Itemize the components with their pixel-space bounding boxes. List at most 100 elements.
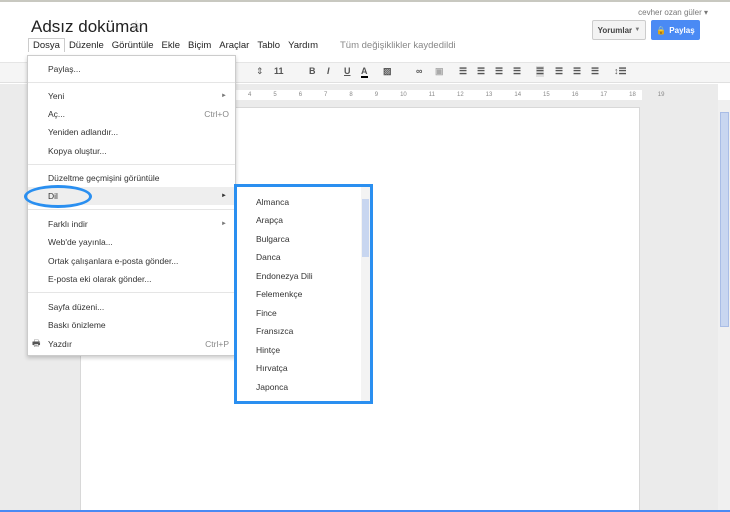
- language-item[interactable]: Bulgarca: [256, 234, 290, 244]
- ruler-tick: 10: [400, 92, 407, 98]
- menu-divider: [28, 209, 235, 210]
- chevron-down-icon: ▼: [634, 27, 641, 33]
- align-left-icon[interactable]: ☰: [536, 66, 545, 77]
- submenu-scrollbar-thumb[interactable]: [362, 199, 369, 257]
- menu-item-open[interactable]: Aç... Ctrl+O: [28, 105, 235, 123]
- link-icon[interactable]: ∞: [416, 66, 422, 76]
- share-label: Paylaş: [669, 25, 695, 35]
- menu-divider: [28, 164, 235, 165]
- language-item[interactable]: Felemenkçe: [256, 289, 302, 299]
- scrollbar-thumb[interactable]: [720, 112, 729, 327]
- menu-item-label: Düzeltme geçmişini görüntüle: [48, 173, 160, 183]
- language-item[interactable]: Danca: [256, 252, 281, 262]
- ruler-tick: 5: [273, 92, 277, 98]
- window-top-border: [0, 0, 730, 2]
- font-size-select[interactable]: 11: [274, 66, 284, 76]
- menu-item-label: Yazdır: [48, 339, 72, 349]
- printer-icon: 🖶: [32, 338, 41, 348]
- menu-help[interactable]: Yardım: [284, 40, 322, 51]
- menu-item-rename[interactable]: Yeniden adlandır...: [28, 123, 235, 141]
- bold-button[interactable]: B: [309, 66, 316, 76]
- line-spacing-icon[interactable]: ↕☰: [614, 66, 627, 77]
- user-account[interactable]: cevher ozan güler ▾: [638, 8, 708, 17]
- submenu-arrow-icon: ►: [221, 193, 227, 199]
- menu-item-label: Farklı indir: [48, 219, 88, 229]
- ruler-tick: 8: [349, 92, 353, 98]
- ruler[interactable]: 4 5 6 7 8 9 10 11 12 13 14 15 16 17 18 19: [236, 90, 664, 100]
- language-item[interactable]: Endonezya Dili: [256, 271, 313, 281]
- menu-divider: [28, 292, 235, 293]
- menu-edit[interactable]: Düzenle: [65, 40, 108, 51]
- annotation-ellipse: [24, 185, 92, 208]
- ruler-tick: 15: [543, 92, 550, 98]
- menu-item-new[interactable]: Yeni ►: [28, 87, 235, 105]
- star-icon[interactable]: ☆: [130, 17, 143, 34]
- menu-item-print[interactable]: 🖶 Yazdır Ctrl+P: [28, 335, 235, 353]
- menu-view[interactable]: Görüntüle: [108, 40, 158, 51]
- menu-item-label: Ortak çalışanlara e-posta gönder...: [48, 256, 179, 266]
- menu-item-publish-web[interactable]: Web'de yayınla...: [28, 233, 235, 251]
- menu-insert[interactable]: Ekle: [158, 40, 184, 51]
- menu-item-page-setup[interactable]: Sayfa düzeni...: [28, 298, 235, 316]
- menu-item-label: Kopya oluştur...: [48, 146, 107, 156]
- ruler-tick: 17: [600, 92, 608, 98]
- menu-file[interactable]: Dosya: [28, 38, 65, 52]
- language-item[interactable]: Almanca: [256, 197, 289, 207]
- menu-tools[interactable]: Araçlar: [215, 40, 253, 51]
- increase-indent-icon[interactable]: ☰: [513, 66, 521, 77]
- text-color-button[interactable]: A: [361, 66, 368, 78]
- italic-button[interactable]: I: [327, 66, 330, 76]
- ruler-tick: 6: [298, 92, 303, 98]
- ruler-tick: 9: [374, 92, 379, 98]
- menu-item-label: Sayfa düzeni...: [48, 302, 105, 312]
- submenu-arrow-icon: ►: [221, 221, 227, 227]
- menu-item-download-as[interactable]: Farklı indir ►: [28, 215, 235, 233]
- menu-table[interactable]: Tablo: [253, 40, 284, 51]
- ruler-tick: 7: [324, 92, 328, 98]
- menu-divider: [28, 82, 235, 83]
- comments-button[interactable]: Yorumlar ▼: [592, 20, 646, 40]
- underline-button[interactable]: U: [344, 66, 351, 76]
- menu-item-label: Web'de yayınla...: [48, 237, 113, 247]
- highlight-color-icon[interactable]: ▨: [383, 66, 392, 77]
- stepper-icon[interactable]: ⇕: [256, 66, 264, 77]
- language-item[interactable]: Japonca: [256, 382, 288, 392]
- menu-bar: Dosya Düzenle Görüntüle Ekle Biçim Araçl…: [28, 38, 460, 52]
- menu-item-print-preview[interactable]: Baskı önizleme: [28, 316, 235, 334]
- menu-item-label: Aç...: [48, 109, 66, 119]
- menu-item-label: Yeniden adlandır...: [48, 127, 119, 137]
- image-icon[interactable]: ▣: [435, 66, 444, 77]
- language-item[interactable]: Hırvatça: [256, 363, 288, 373]
- save-status: Tüm değişiklikler kaydedildi: [339, 39, 456, 51]
- menu-item-make-copy[interactable]: Kopya oluştur...: [28, 142, 235, 160]
- language-item[interactable]: Arapça: [256, 215, 283, 225]
- menu-item-email-collaborators[interactable]: Ortak çalışanlara e-posta gönder...: [28, 252, 235, 270]
- bulleted-list-icon[interactable]: ☰: [477, 66, 485, 77]
- ruler-tick: 16: [571, 92, 579, 98]
- ruler-tick: 14: [514, 92, 522, 98]
- ruler-tick: 4: [248, 92, 252, 98]
- decrease-indent-icon[interactable]: ☰: [495, 66, 503, 77]
- menu-item-share[interactable]: Paylaş...: [28, 60, 235, 78]
- lock-icon: 🔒: [656, 25, 667, 35]
- ruler-tick: 11: [428, 92, 435, 98]
- shortcut-label: Ctrl+O: [204, 109, 229, 119]
- align-right-icon[interactable]: ☰: [573, 66, 581, 77]
- comments-label: Yorumlar: [597, 25, 633, 35]
- align-center-icon[interactable]: ☰: [555, 66, 563, 77]
- ruler-tick: 19: [657, 92, 665, 98]
- menu-item-label: Paylaş...: [48, 64, 81, 74]
- menu-item-label: Yeni: [48, 91, 65, 101]
- menu-format[interactable]: Biçim: [184, 40, 215, 51]
- shortcut-label: Ctrl+P: [205, 339, 229, 349]
- language-item[interactable]: Fince: [256, 308, 277, 318]
- language-item[interactable]: Hintçe: [256, 345, 280, 355]
- share-button[interactable]: 🔒 Paylaş: [651, 20, 700, 40]
- ruler-tick: 13: [485, 92, 493, 98]
- numbered-list-icon[interactable]: ☰: [459, 66, 467, 77]
- justify-icon[interactable]: ☰: [591, 66, 599, 77]
- menu-item-label: Baskı önizleme: [48, 320, 106, 330]
- language-submenu: Almanca Arapça Bulgarca Danca Endonezya …: [234, 184, 373, 404]
- menu-item-email-attachment[interactable]: E-posta eki olarak gönder...: [28, 270, 235, 288]
- language-item[interactable]: Fransızca: [256, 326, 293, 336]
